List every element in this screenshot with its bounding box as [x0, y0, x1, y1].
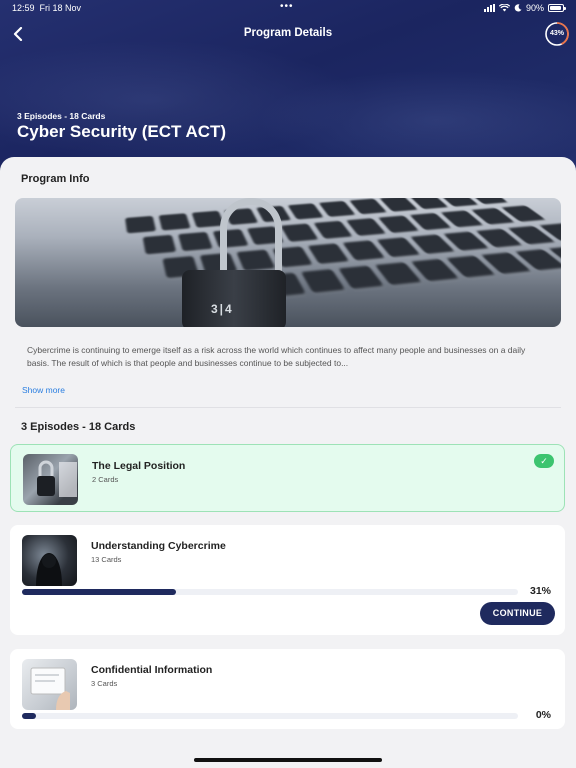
progress-ring-label: 43%	[549, 30, 564, 37]
hooded-figure-graphic	[36, 553, 62, 586]
program-description: Cybercrime is continuing to emerge itsel…	[27, 345, 526, 369]
home-indicator[interactable]	[194, 758, 382, 762]
moon-icon	[514, 4, 522, 12]
completed-badge: ✓	[534, 454, 554, 468]
program-meta: 3 Episodes - 18 Cards	[17, 111, 106, 121]
battery-percent: 90%	[525, 3, 544, 13]
wifi-icon	[498, 4, 510, 12]
program-title: Cyber Security (ECT ACT)	[17, 122, 227, 141]
padlock-code: 3|4	[211, 302, 234, 316]
episode-title: The Legal Position	[92, 460, 186, 472]
episode-thumbnail	[23, 454, 78, 505]
episodes-heading: 3 Episodes - 18 Cards	[21, 421, 136, 433]
episode-progress-fill	[22, 713, 36, 719]
episode-thumbnail	[22, 659, 77, 710]
episode-progress-bar	[22, 589, 518, 595]
episode-card-legal-position[interactable]: The Legal Position 2 Cards ✓	[10, 444, 565, 512]
multitask-dots-icon[interactable]: •••	[280, 1, 294, 12]
status-date: Fri 18 Nov	[39, 3, 82, 13]
show-more-link[interactable]: Show more	[22, 385, 65, 395]
episode-card-confidential-information[interactable]: Confidential Information 3 Cards 0%	[10, 649, 565, 729]
episode-card-count: 3 Cards	[91, 679, 118, 688]
episode-card-understanding-cybercrime[interactable]: Understanding Cybercrime 13 Cards 31% CO…	[10, 525, 565, 635]
status-bar: 12:59 Fri 18 Nov ••• 90%	[0, 0, 576, 18]
continue-button[interactable]: CONTINUE	[480, 602, 555, 625]
document-thumb-graphic	[30, 667, 70, 710]
episode-thumbnail	[22, 535, 77, 586]
program-info-heading: Program Info	[21, 173, 90, 185]
program-banner-image: 3|4	[15, 198, 561, 327]
episode-title: Confidential Information	[91, 664, 213, 676]
episode-progress-fill	[22, 589, 176, 595]
episode-progress-label: 0%	[535, 709, 551, 721]
signal-icon	[483, 4, 495, 12]
checkmark-icon: ✓	[540, 456, 548, 466]
episode-title: Understanding Cybercrime	[91, 540, 226, 552]
episode-progress-bar	[22, 713, 518, 719]
episode-progress-label: 31%	[529, 585, 551, 597]
page-title: Program Details	[243, 27, 333, 39]
padlock-icon	[182, 270, 286, 327]
episode-card-count: 13 Cards	[91, 555, 122, 564]
padlock-thumb-graphic	[37, 460, 77, 497]
hero-header: 12:59 Fri 18 Nov ••• 90% Program Details…	[0, 0, 576, 180]
divider	[15, 407, 561, 408]
episode-card-count: 2 Cards	[92, 475, 119, 484]
status-time: 12:59 Fri 18 Nov	[12, 3, 82, 13]
battery-icon	[548, 4, 566, 12]
